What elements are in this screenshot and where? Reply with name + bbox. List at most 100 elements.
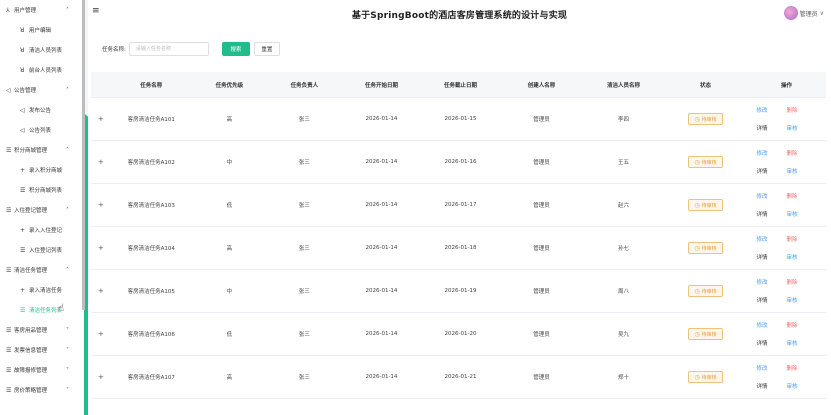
review-link[interactable]: 审核 (787, 296, 817, 304)
expand-row-icon[interactable]: + (91, 244, 111, 252)
start-date-cell: 2026-01-14 (365, 202, 398, 208)
sidebar-item[interactable]: ꓤ 用户编辑 (0, 20, 84, 40)
expand-row-icon[interactable]: + (91, 330, 111, 338)
edit-link[interactable]: 修改 (757, 149, 787, 157)
sidebar-item[interactable]: ◁ 公告列表 (0, 120, 84, 140)
expand-row-icon[interactable]: + (91, 287, 111, 295)
list-icon: ☰ (6, 206, 12, 214)
column-header: 任务名称 (140, 82, 163, 89)
edit-link[interactable]: 修改 (757, 364, 787, 372)
creator-cell: 管理员 (533, 289, 550, 295)
user-name[interactable]: 管理员 (800, 9, 818, 18)
sidebar-group[interactable]: ☰ 客房用品管理 ˅ (0, 320, 84, 340)
sidebar-group-label: 发票信息管理 (14, 348, 48, 354)
delete-link[interactable]: 删除 (787, 364, 817, 372)
edit-link[interactable]: 修改 (757, 235, 787, 243)
review-link[interactable]: 审核 (787, 210, 817, 218)
sidebar-item[interactable]: + 录入积分商城 (0, 160, 84, 180)
edit-link[interactable]: 修改 (757, 278, 787, 286)
detail-link[interactable]: 详情 (757, 296, 787, 304)
clock-icon: ◷ (694, 330, 700, 338)
table-row: + 客房清洁任务A106 低 张三 2026-01-14 2026-01-20 管理员 吴九 ◷… (91, 313, 826, 356)
edit-link[interactable]: 修改 (757, 192, 787, 200)
owner-cell: 张三 (298, 332, 310, 338)
sidebar-item[interactable]: ꓤ 前台人员列表 (0, 60, 84, 80)
edit-link[interactable]: 修改 (757, 106, 787, 114)
table-row: + 客房清洁任务A103 低 张三 2026-01-14 2026-01-17 管理员 赵六 ◷… (91, 184, 826, 227)
end-date-cell: 2026-01-21 (444, 374, 477, 380)
expand-row-icon[interactable]: + (91, 158, 111, 166)
sidebar-item[interactable]: ꓤ 清洁人员列表 (0, 40, 84, 60)
sidebar-group-label: 客房用品管理 (14, 328, 48, 334)
sidebar-group[interactable]: ☰ 房价策略管理 ˅ (0, 380, 84, 400)
cleaner-cell: 李四 (617, 117, 629, 123)
sidebar-group[interactable]: ⅄ 用户管理 ˄ (0, 0, 84, 20)
review-link[interactable]: 审核 (787, 167, 817, 175)
sidebar-item[interactable]: ☰ 清洁任务列表 (0, 300, 84, 320)
review-link[interactable]: 审核 (787, 382, 817, 390)
delete-link[interactable]: 删除 (787, 149, 817, 157)
task-table: 任务名称 任务优先级 任务负责人 任务开始日期 任务截止日期 创建人名称 清洁人… (91, 72, 826, 415)
detail-link[interactable]: 详情 (757, 124, 787, 132)
end-date-cell: 2026-01-16 (444, 159, 477, 165)
review-link[interactable]: 审核 (787, 124, 817, 132)
sidebar-group[interactable]: ◁ 公告管理 ˄ (0, 80, 84, 100)
column-header: 任务截止日期 (443, 82, 477, 89)
delete-link[interactable]: 删除 (787, 106, 817, 114)
list-icon: ☰ (20, 306, 26, 314)
sidebar-item[interactable]: + 录入入住登记 (0, 220, 84, 240)
expand-row-icon[interactable]: + (91, 373, 111, 381)
cleaner-cell: 周八 (617, 289, 629, 295)
review-link[interactable]: 审核 (787, 253, 817, 261)
expand-row-icon[interactable]: + (91, 115, 111, 123)
status-text: 待审核 (701, 159, 717, 166)
detail-link[interactable]: 详情 (757, 339, 787, 347)
chevron-down-icon: ˅ (66, 346, 69, 354)
operations-cell: 修改 删除详情 审核 (747, 149, 826, 175)
chevron-down-icon[interactable]: ∨ (820, 10, 824, 17)
menu-toggle-icon[interactable]: ≡ (92, 6, 100, 16)
reset-button[interactable]: 重置 (253, 42, 280, 56)
sidebar-item[interactable]: ☰ 入住登记列表 (0, 240, 84, 260)
creator-cell: 管理员 (533, 375, 550, 381)
sidebar: ⅄ 用户管理 ˄ ꓤ 用户编辑 ꓤ 清洁人员列表 ꓤ 前台人员列表 ◁ 公告管理 ˄ ◁ 发布公告 ◁ 公告列… (0, 0, 84, 415)
delete-link[interactable]: 删除 (787, 278, 817, 286)
review-link[interactable]: 审核 (787, 339, 817, 347)
search-input[interactable] (128, 42, 209, 56)
detail-link[interactable]: 详情 (757, 210, 787, 218)
sidebar-group[interactable]: ☰ 发票信息管理 ˅ (0, 340, 84, 360)
delete-link[interactable]: 删除 (787, 235, 817, 243)
table-row: + 客房清洁任务A105 中 张三 2026-01-14 2026-01-19 管理员 周八 ◷… (91, 270, 826, 313)
task-name-cell: 客房清洁任务A106 (127, 332, 175, 338)
edit-link[interactable]: 修改 (757, 321, 787, 329)
chevron-up-icon: ˄ (66, 266, 69, 274)
search-button[interactable]: 搜索 (221, 42, 250, 56)
sidebar-item-label: 发布公告 (29, 108, 52, 114)
sidebar-scrollbar[interactable] (82, 0, 85, 310)
task-name-cell: 客房清洁任务A102 (127, 160, 175, 166)
sidebar-item[interactable]: + 录入清洁任务 (0, 280, 84, 300)
detail-link[interactable]: 详情 (757, 167, 787, 175)
sidebar-item[interactable]: ◁ 发布公告 (0, 100, 84, 120)
owner-cell: 张三 (298, 289, 310, 295)
app-title: 基于SpringBoot的酒店客房管理系统的设计与实现 (351, 10, 568, 21)
expand-row-icon[interactable]: + (91, 201, 111, 209)
status-text: 待审核 (701, 288, 717, 295)
header: ≡ 基于SpringBoot的酒店客房管理系统的设计与实现 管理员 ∨ (88, 0, 831, 28)
creator-cell: 管理员 (533, 160, 550, 166)
status-badge: ◷ 待审核 (688, 199, 723, 211)
detail-link[interactable]: 详情 (757, 382, 787, 390)
chevron-up-icon: ˄ (66, 6, 69, 14)
sidebar-group[interactable]: ☰ 清洁任务管理 ˄ (0, 260, 84, 280)
mouse-cursor-icon: ☝ (58, 303, 65, 314)
sidebar-group[interactable]: ☰ 积分商城管理 ˄ (0, 140, 84, 160)
avatar[interactable] (783, 6, 798, 20)
sidebar-group[interactable]: ☰ 入住登记管理 ˄ (0, 200, 84, 220)
delete-link[interactable]: 删除 (787, 321, 817, 329)
sidebar-group[interactable]: ☰ 故障报修管理 ˅ (0, 360, 84, 380)
status-badge: ◷ 待审核 (688, 113, 723, 125)
user-menu[interactable]: 管理员 ∨ (783, 6, 824, 20)
delete-link[interactable]: 删除 (787, 192, 817, 200)
detail-link[interactable]: 详情 (757, 253, 787, 261)
sidebar-item[interactable]: ☰ 积分商城列表 (0, 180, 84, 200)
